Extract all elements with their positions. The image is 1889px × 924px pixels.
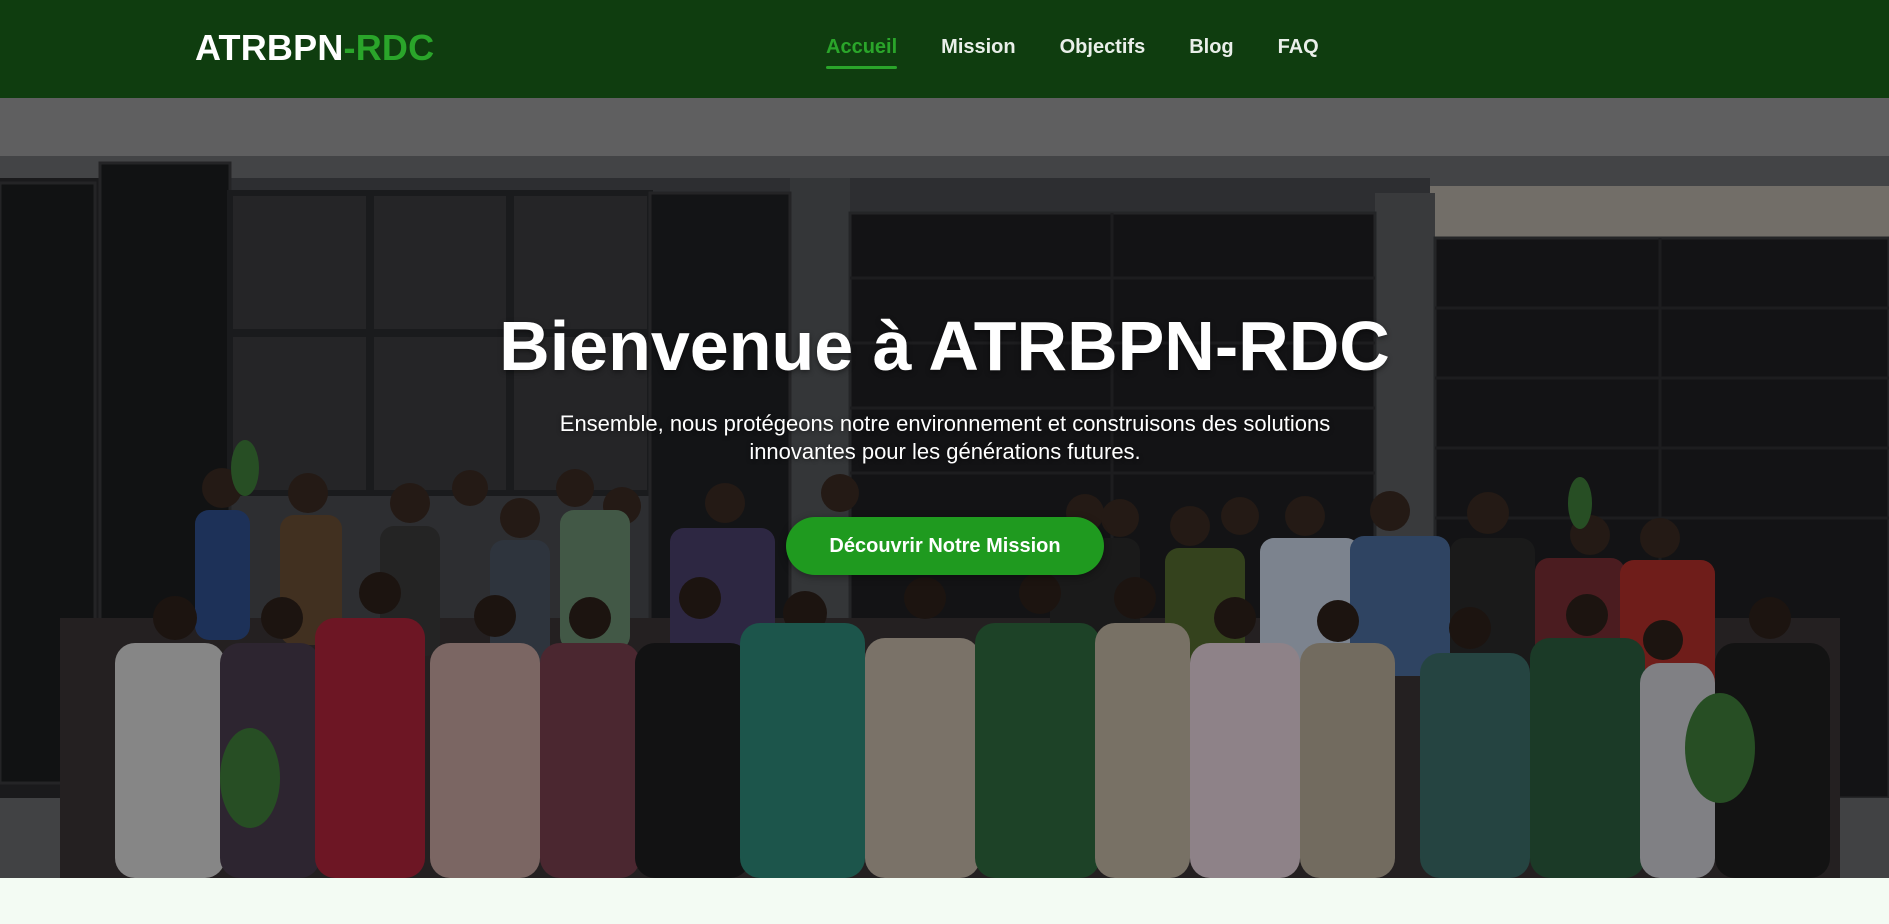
nav-link-blog[interactable]: Blog [1189, 36, 1233, 66]
hero-subtitle: Ensemble, nous protégeons notre environn… [559, 411, 1331, 464]
nav-link-faq[interactable]: FAQ [1278, 36, 1319, 66]
discover-mission-button[interactable]: Découvrir Notre Mission [786, 517, 1104, 575]
hero-section: Bienvenue à ATRBPN-RDC Ensemble, nous pr… [0, 98, 1889, 878]
nav-link-accueil[interactable]: Accueil [826, 36, 898, 69]
nav-link-objectifs[interactable]: Objectifs [1060, 36, 1146, 66]
logo-main-text: ATRBPN [195, 27, 344, 68]
site-header: ATRBPN-RDC Accueil Mission Objectifs Blo… [0, 0, 1889, 99]
site-logo[interactable]: ATRBPN-RDC [195, 28, 434, 68]
nav-link-mission[interactable]: Mission [941, 36, 1015, 66]
logo-accent-text: -RDC [343, 27, 435, 68]
hero-dark-overlay [0, 98, 1889, 878]
main-nav: Accueil Mission Objectifs Blog FAQ [826, 36, 1363, 69]
next-section-strip [0, 878, 1889, 924]
hero-title: Bienvenue à ATRBPN-RDC [499, 307, 1390, 385]
